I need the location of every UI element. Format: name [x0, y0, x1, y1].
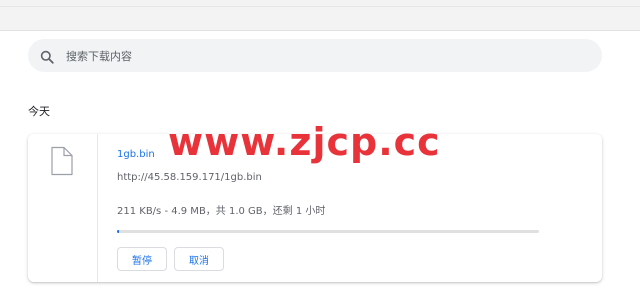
download-progress-fill: [117, 230, 120, 233]
download-status: 211 KB/s - 4.9 MB，共 1.0 GB，还剩 1 小时: [117, 206, 326, 217]
pause-button[interactable]: 暂停: [117, 247, 167, 271]
search-placeholder[interactable]: 搜索下载内容: [66, 48, 132, 64]
file-icon: [50, 146, 74, 176]
cancel-button[interactable]: 取消: [174, 247, 224, 271]
date-heading: 今天: [28, 105, 50, 118]
search-icon: [40, 49, 54, 64]
download-card: 1gb.bin http://45.58.159.171/1gb.bin 211…: [28, 134, 602, 282]
toolbar-band: [0, 0, 640, 31]
search-bar[interactable]: 搜索下载内容: [28, 39, 602, 72]
download-progress-bar: [117, 230, 539, 233]
card-divider: [97, 134, 98, 282]
file-url: http://45.58.159.171/1gb.bin: [117, 172, 262, 183]
file-name-link[interactable]: 1gb.bin: [117, 149, 155, 160]
